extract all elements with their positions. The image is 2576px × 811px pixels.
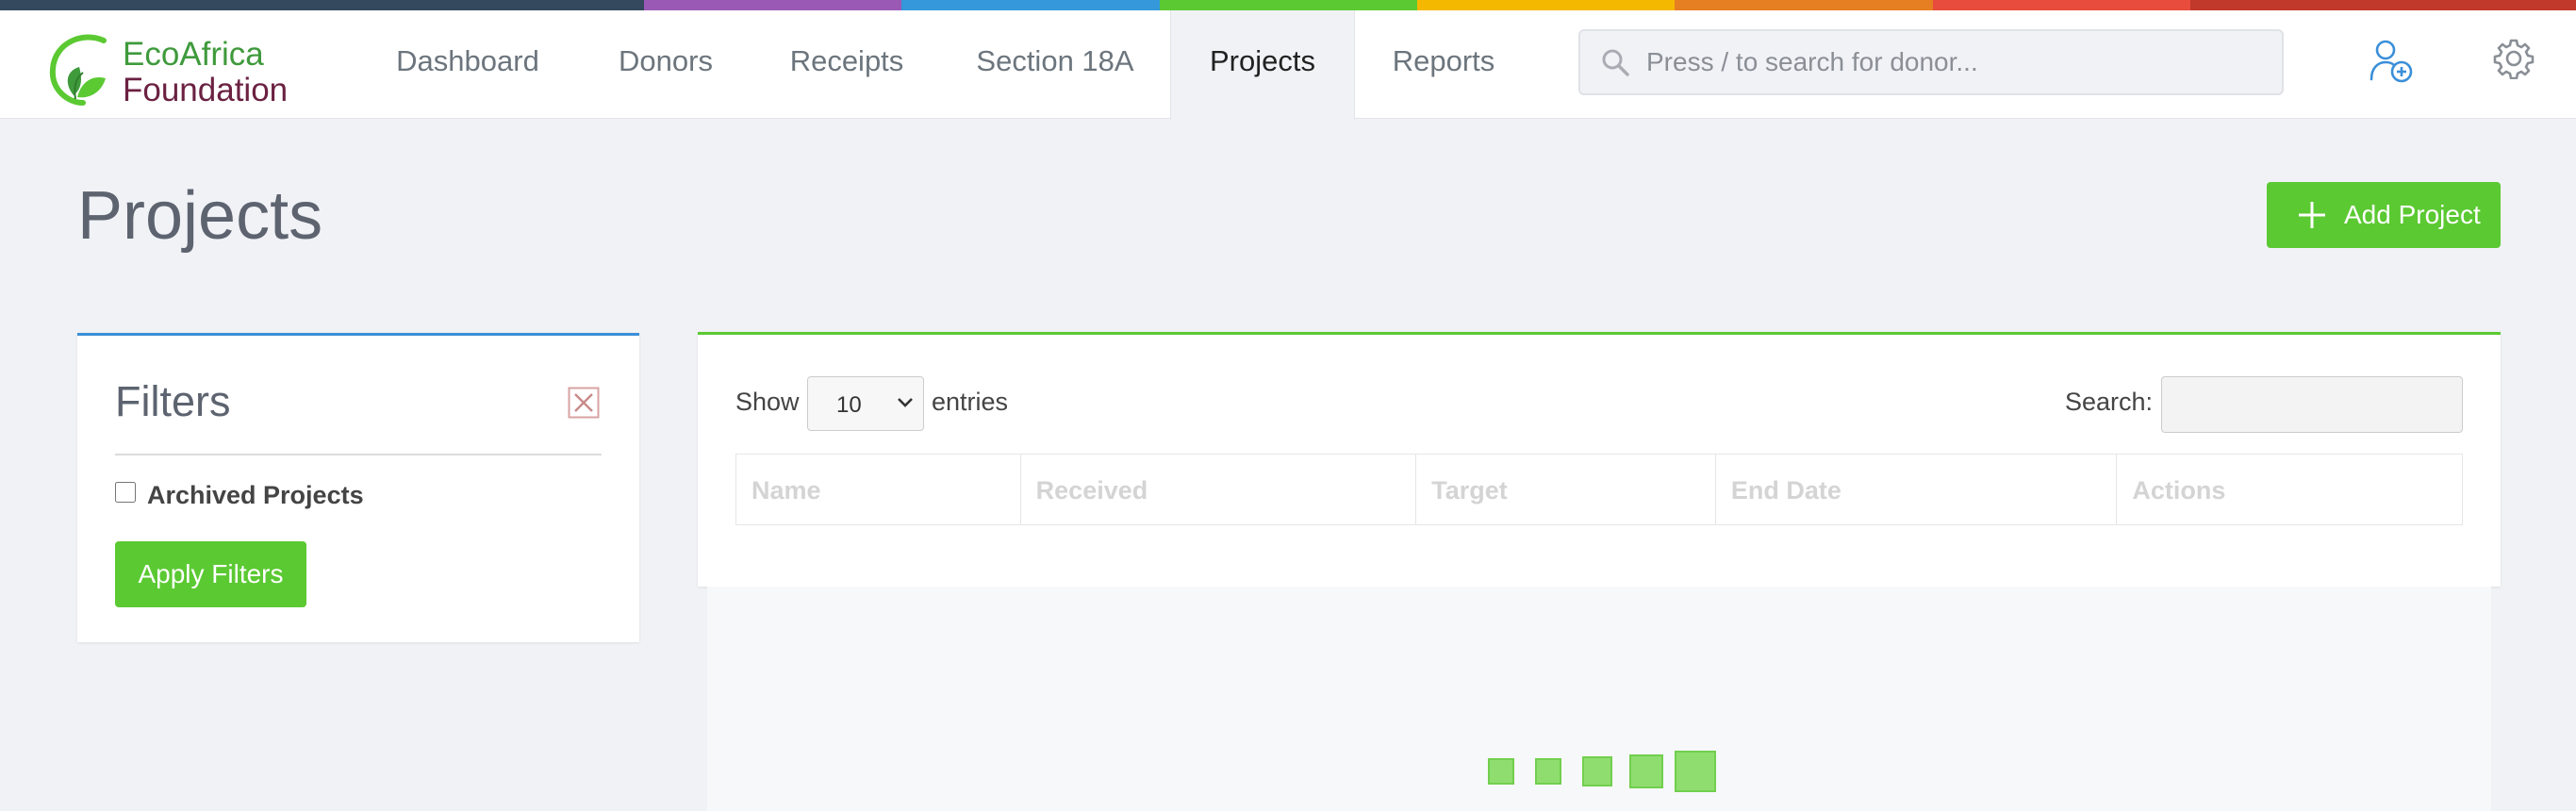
loader-square — [1582, 756, 1612, 786]
archived-projects-label: Archived Projects — [147, 481, 364, 509]
filters-title: Filters — [115, 377, 231, 425]
search-icon — [1602, 49, 1629, 76]
nav-item-reports[interactable]: Reports — [1375, 10, 1512, 119]
filters-panel: Filters Archived Projects Apply Filters — [77, 333, 639, 642]
user-plus-icon[interactable] — [2369, 38, 2414, 83]
entries-select[interactable]: 10 — [807, 376, 924, 431]
column-header-actions[interactable]: Actions — [2117, 455, 2462, 524]
nav-item-receipts[interactable]: Receipts — [771, 10, 922, 119]
page-title: Projects — [77, 178, 323, 254]
stripe-segment — [2190, 0, 2576, 10]
stripe-segment — [0, 0, 644, 10]
brand-logo[interactable]: EcoAfrica Foundation — [45, 27, 319, 110]
loader-square — [1629, 754, 1663, 788]
add-project-button[interactable]: Add Project — [2267, 182, 2501, 248]
archived-projects-checkbox[interactable] — [115, 482, 136, 503]
nav-item-section-18a[interactable]: Section 18A — [958, 10, 1152, 119]
add-project-label: Add Project — [2344, 200, 2481, 229]
column-header-end-date[interactable]: End Date — [1716, 455, 2118, 524]
stripe-segment — [1417, 0, 1675, 10]
table-search-label: Search: — [2065, 388, 2154, 416]
brand-color-stripe — [0, 0, 2576, 10]
plus-icon — [2299, 202, 2325, 228]
stripe-segment — [1160, 0, 1417, 10]
projects-table-card: Show 10 entries Search: Name Received Ta… — [698, 332, 2501, 587]
chevron-down-icon — [898, 398, 913, 407]
loader-square — [1535, 758, 1561, 785]
brand-name: EcoAfrica Foundation — [123, 37, 288, 108]
entries-label: entries — [932, 388, 1009, 416]
loader-square — [1488, 758, 1514, 785]
gear-icon[interactable] — [2493, 38, 2535, 79]
stripe-segment — [644, 0, 901, 10]
nav-item-donors[interactable]: Donors — [594, 10, 737, 119]
brand-name-line2: Foundation — [123, 72, 289, 108]
stripe-segment — [1933, 0, 2190, 10]
close-icon[interactable] — [568, 387, 600, 419]
filters-divider — [115, 454, 602, 455]
column-header-name[interactable]: Name — [736, 455, 1021, 524]
stripe-segment — [901, 0, 1160, 10]
table-header-row: Name Received Target End Date Actions — [735, 454, 2463, 525]
entries-select-value: 10 — [836, 392, 862, 418]
nav-item-projects[interactable]: Projects — [1170, 10, 1355, 120]
column-header-received[interactable]: Received — [1021, 455, 1417, 524]
column-header-target[interactable]: Target — [1416, 455, 1716, 524]
stripe-segment — [1675, 0, 1933, 10]
donor-search-box — [1578, 29, 2284, 95]
show-label: Show — [735, 388, 800, 416]
brand-name-line1: EcoAfrica — [123, 36, 264, 73]
loader-square — [1675, 751, 1716, 792]
leaf-logo-icon — [49, 34, 107, 106]
donor-search-input[interactable] — [1646, 37, 2269, 88]
nav-item-dashboard[interactable]: Dashboard — [373, 10, 562, 119]
apply-filters-button[interactable]: Apply Filters — [115, 541, 306, 607]
table-search-input[interactable] — [2161, 376, 2463, 433]
